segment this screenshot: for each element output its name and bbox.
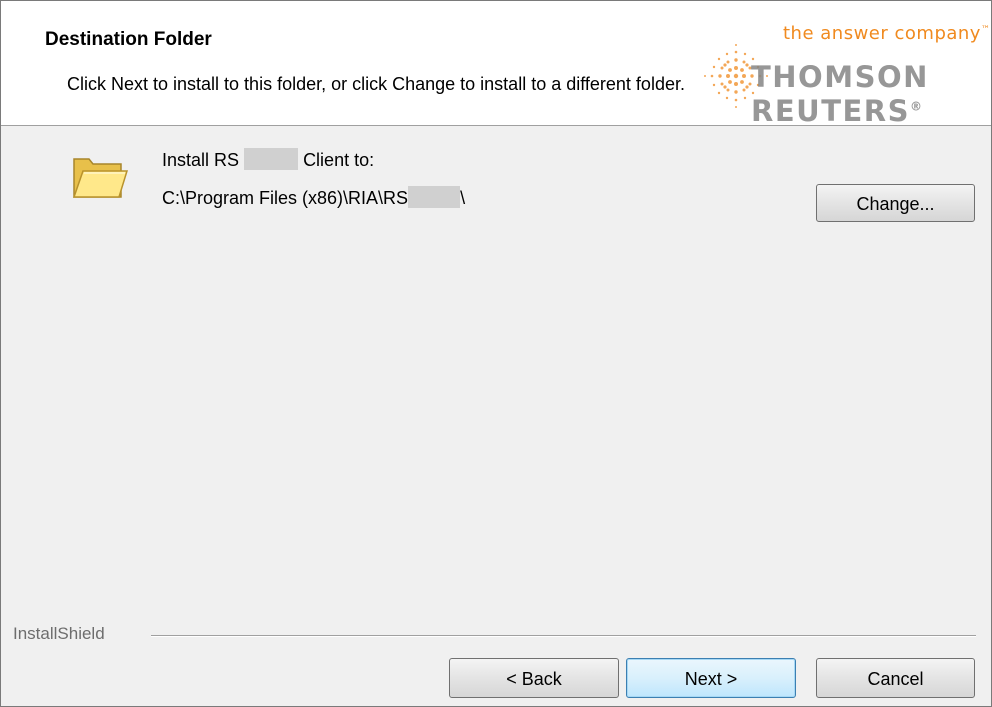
redacted-text <box>244 148 299 170</box>
brand-name: THOMSON REUTERS® <box>751 60 929 128</box>
installshield-label: InstallShield <box>13 624 105 643</box>
install-label: Install RS Client to: <box>162 148 375 170</box>
redacted-text <box>408 186 461 208</box>
page-title: Destination Folder <box>45 29 212 50</box>
cancel-button[interactable]: Cancel <box>816 658 975 698</box>
brand-tagline: the answer company™ <box>783 23 991 44</box>
change-button[interactable]: Change... <box>816 184 975 222</box>
folder-icon <box>72 158 129 198</box>
footer-divider <box>151 635 976 637</box>
next-button[interactable]: Next > <box>626 658 796 698</box>
header-banner: Destination Folder the answer company™ T… <box>1 1 991 128</box>
back-button[interactable]: < Back <box>449 658 619 698</box>
install-path: C:\Program Files (x86)\RIA\RS \ <box>162 186 466 208</box>
page-subtitle: Click Next to install to this folder, or… <box>67 74 685 94</box>
installer-dialog: Destination Folder the answer company™ T… <box>0 0 992 707</box>
brand-logo: the answer company™ THOMSON REUTERS® <box>561 1 991 128</box>
